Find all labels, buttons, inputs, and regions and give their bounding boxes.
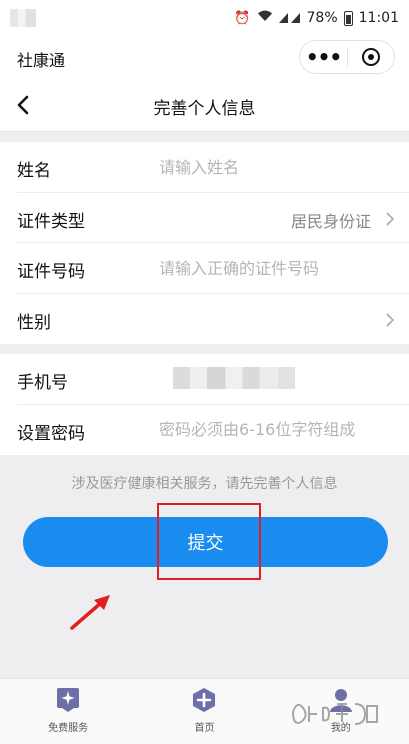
submit-button[interactable]: 提交	[23, 517, 388, 567]
phone-value-blurred[interactable]	[173, 367, 295, 389]
tab-home[interactable]: 首页	[136, 679, 272, 744]
personal-info-group: 姓名 证件类型 居民身份证 证件号码 性别	[0, 142, 409, 344]
alarm-icon: ⏰	[234, 10, 251, 26]
name-input[interactable]	[159, 152, 389, 182]
gender-row[interactable]: 性别	[17, 294, 409, 345]
tab-bar: 免费服务 首页 我的	[0, 678, 409, 744]
id-number-label: 证件号码	[17, 262, 85, 282]
name-label: 姓名	[17, 161, 51, 181]
password-input[interactable]	[159, 414, 389, 445]
page-title: 完善个人信息	[153, 99, 256, 119]
id-number-input[interactable]	[159, 253, 389, 283]
clock: 11:01	[358, 10, 399, 26]
app-name: 社康通	[17, 51, 66, 70]
phone-label: 手机号	[17, 373, 68, 393]
id-number-row: 证件号码	[17, 243, 409, 294]
status-bar: ⏰ 78% 11:01	[0, 0, 409, 36]
password-label: 设置密码	[17, 423, 85, 444]
chevron-right-icon	[386, 211, 395, 226]
blurred-notification	[10, 9, 36, 27]
account-group: 手机号 设置密码	[0, 354, 409, 455]
star-badge-icon	[55, 687, 81, 713]
id-type-label: 证件类型	[17, 211, 85, 232]
password-row: 设置密码	[17, 405, 409, 456]
status-icons: ⏰ 78% 11:01	[234, 8, 399, 28]
close-miniprogram-button[interactable]	[348, 48, 394, 66]
id-type-value: 居民身份证	[290, 211, 371, 231]
tab-free-services[interactable]: 免费服务	[0, 679, 136, 744]
arrow-annotation	[70, 595, 110, 630]
tab-label: 我的	[330, 723, 351, 734]
tab-label: 首页	[194, 723, 215, 734]
phone-row: 手机号	[17, 354, 409, 405]
plus-hexagon-icon	[191, 687, 217, 713]
nav-bar: 完善个人信息	[0, 78, 409, 132]
name-row: 姓名	[17, 142, 409, 193]
capsule-menu: •••	[299, 40, 395, 74]
hint-text: 涉及医疗健康相关服务，请先完善个人信息	[71, 476, 338, 492]
chevron-right-icon	[386, 312, 395, 327]
wifi-icon	[257, 10, 273, 26]
person-icon	[328, 687, 354, 713]
id-type-row[interactable]: 证件类型 居民身份证	[17, 193, 409, 243]
target-icon	[361, 48, 380, 66]
app-bar: 社康通 •••	[0, 36, 409, 78]
tab-mine[interactable]: 我的	[273, 679, 409, 744]
more-button[interactable]: •••	[300, 47, 347, 67]
signal-icon	[278, 11, 301, 25]
battery-icon	[343, 10, 353, 26]
gender-label: 性别	[17, 312, 51, 333]
battery-percent: 78%	[306, 10, 338, 26]
tab-label: 免费服务	[48, 723, 89, 734]
